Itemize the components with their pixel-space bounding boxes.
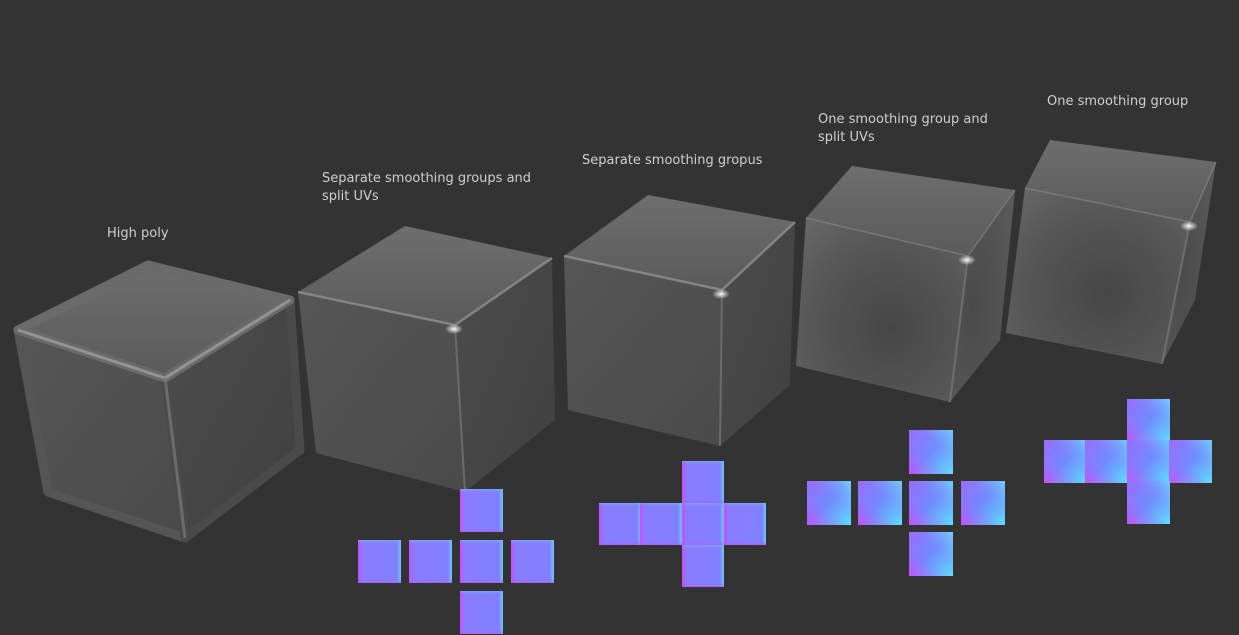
cube-2 <box>563 195 796 447</box>
uv-tile <box>1127 440 1170 483</box>
uv-tile <box>1127 481 1170 524</box>
uv-tile <box>1044 440 1087 483</box>
uv-tile <box>409 540 452 583</box>
cube-3 <box>796 166 1016 403</box>
uv-tile <box>858 481 902 525</box>
uv-tile <box>682 461 724 503</box>
cube-0 <box>13 260 305 543</box>
cube-1 <box>297 226 555 493</box>
uv-tile <box>807 481 851 525</box>
uv-tile <box>599 503 641 545</box>
uv-tile <box>511 540 554 583</box>
uv-tile <box>961 481 1005 525</box>
uv-cross-1 <box>599 461 766 587</box>
uv-tile <box>460 540 503 583</box>
uv-tile <box>909 532 953 576</box>
uv-tile <box>682 503 724 545</box>
uv-tile <box>724 503 766 545</box>
cube-specular <box>1180 221 1198 231</box>
uv-cross-3 <box>1044 399 1212 524</box>
cube-specular <box>958 255 976 265</box>
uv-cross-0 <box>358 489 554 634</box>
comparison-canvas: High poly Separate smoothing groups and … <box>0 0 1239 635</box>
cube-renders <box>13 140 1217 543</box>
uv-tile <box>358 540 401 583</box>
cube-specular <box>445 324 463 334</box>
uv-tile <box>640 503 682 545</box>
uv-tile <box>682 545 724 587</box>
uv-tile <box>909 481 953 525</box>
uv-tile <box>460 591 503 634</box>
uv-tile <box>1169 440 1212 483</box>
uv-tile <box>460 489 503 532</box>
cube-4 <box>1006 140 1217 365</box>
uv-tile <box>909 430 953 474</box>
uv-tile <box>1085 440 1128 483</box>
cube-specular <box>712 289 730 299</box>
render-svg <box>13 140 1217 634</box>
uv-cross-2 <box>807 430 1005 576</box>
uv-tile <box>1127 399 1170 442</box>
